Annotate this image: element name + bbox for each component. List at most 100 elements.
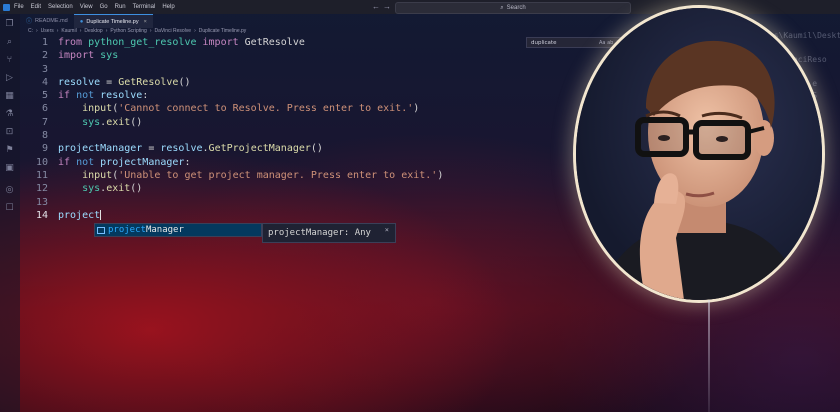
code-token: resolve <box>58 76 101 88</box>
line-content: from python_get_resolve import GetResolv… <box>58 36 305 49</box>
menu-terminal[interactable]: Terminal <box>133 4 156 10</box>
code-editor[interactable]: 1 from python_get_resolve import GetResol… <box>20 36 580 222</box>
nav-arrows-icon[interactable]: ←→ <box>372 2 394 11</box>
code-line[interactable]: 10 if not projectManager: <box>20 156 580 169</box>
crumb-python-scripting[interactable]: Python Scripting <box>110 28 146 34</box>
menu-run[interactable]: Run <box>115 4 126 10</box>
code-token: from <box>58 37 89 48</box>
line-content: project <box>58 209 102 222</box>
code-token: exit <box>106 183 131 195</box>
command-search-box[interactable]: ⌕ Search <box>395 2 631 14</box>
close-icon[interactable]: × <box>144 19 147 25</box>
menu-edit[interactable]: Edit <box>31 4 41 10</box>
code-line[interactable]: 8 <box>20 129 580 142</box>
presenter-portrait <box>576 8 822 300</box>
presenter-illustration <box>596 40 806 300</box>
code-token: projectManager <box>100 156 185 168</box>
line-content: input('Cannot connect to Resolve. Press … <box>58 102 419 115</box>
code-token: () <box>130 116 143 128</box>
autocomplete-item[interactable]: project Manager <box>95 224 261 236</box>
menu-view[interactable]: View <box>80 4 93 10</box>
code-line[interactable]: 11 input('Unable to get project manager.… <box>20 169 580 182</box>
remote-icon[interactable]: ⊡ <box>5 128 14 137</box>
code-token: not <box>76 90 101 102</box>
code-line[interactable]: 9 projectManager = resolve.GetProjectMana… <box>20 142 580 155</box>
code-token: sys <box>82 116 101 128</box>
autocomplete-match: project <box>108 225 146 235</box>
line-content: if not resolve: <box>58 89 148 102</box>
line-content: resolve = GetResolve() <box>58 76 190 89</box>
explorer-icon[interactable]: ❐ <box>5 20 14 29</box>
line-number: 4 <box>41 76 48 88</box>
testing-icon[interactable]: ⚗ <box>5 110 14 119</box>
code-token: = <box>100 76 119 88</box>
code-line[interactable]: 6 input('Cannot connect to Resolve. Pres… <box>20 102 580 115</box>
code-token: not <box>76 156 101 168</box>
code-token: projectManager <box>58 143 143 155</box>
autocomplete-rest: Manager <box>145 225 184 235</box>
chat-icon[interactable]: ☐ <box>5 204 14 213</box>
info-icon: ⓘ <box>26 19 33 25</box>
text-cursor <box>100 209 102 220</box>
crumb-file[interactable]: Duplicate Timeline.py <box>199 28 247 34</box>
line-content: if not projectManager: <box>58 156 190 169</box>
code-line[interactable]: 3 <box>20 63 580 76</box>
code-token: GetResolve <box>244 37 305 48</box>
code-line[interactable]: 13 <box>20 196 580 209</box>
code-token: import <box>196 37 245 48</box>
line-number: 9 <box>41 143 48 155</box>
code-token: if <box>58 156 77 168</box>
line-number: 14 <box>35 209 48 221</box>
code-line[interactable]: 4 resolve = GetResolve() <box>20 76 580 89</box>
github-icon[interactable]: ◎ <box>5 186 14 195</box>
code-token: ) <box>413 103 420 115</box>
menu-selection[interactable]: Selection <box>48 4 73 10</box>
code-token: import <box>58 50 101 62</box>
line-number: 8 <box>41 130 48 142</box>
line-number: 2 <box>41 50 48 62</box>
search-placeholder: Search <box>506 5 526 11</box>
extensions-icon[interactable]: ▦ <box>5 92 14 101</box>
tab-label: Duplicate Timeline.py <box>86 18 139 25</box>
line-number: 6 <box>41 103 48 115</box>
menu-help[interactable]: Help <box>162 4 174 10</box>
code-line[interactable]: 12 sys.exit() <box>20 182 580 195</box>
code-line[interactable]: 1 from python_get_resolve import GetResol… <box>20 36 580 49</box>
tab-duplicate-timeline[interactable]: ● Duplicate Timeline.py × <box>73 14 153 28</box>
code-line[interactable]: 7 sys.exit() <box>20 116 580 129</box>
crumb-drive[interactable]: C: <box>28 28 33 34</box>
run-debug-icon[interactable]: ▷ <box>5 74 14 83</box>
code-line[interactable]: 5 if not resolve: <box>20 89 580 102</box>
crumb-user[interactable]: Kaumil <box>61 28 76 34</box>
crumb-users[interactable]: Users <box>41 28 54 34</box>
autocomplete-list[interactable]: project Manager <box>94 223 262 237</box>
code-token: input <box>82 169 113 181</box>
menu-file[interactable]: File <box>14 4 24 10</box>
activity-bar: ❐ ⌕ ⑂ ▷ ▦ ⚗ ⊡ ⚑ ▣ ◎ ☐ <box>0 14 20 412</box>
menu-go[interactable]: Go <box>100 4 108 10</box>
tab-readme[interactable]: ⓘ README.md <box>20 14 74 27</box>
line-content: import sys <box>58 49 118 62</box>
code-token: python_get_resolve <box>88 37 197 48</box>
code-token: ) <box>437 169 444 181</box>
code-token: () <box>310 143 323 155</box>
code-token: () <box>178 76 191 88</box>
code-line[interactable]: 14 project <box>20 209 580 222</box>
line-number: 1 <box>41 37 48 48</box>
code-line[interactable]: 2 import sys <box>20 49 580 62</box>
search-icon[interactable]: ⌕ <box>5 38 14 47</box>
crumb-davinci-resolve[interactable]: DaVinci Resolve <box>154 28 191 34</box>
search-icon: ⌕ <box>500 4 504 11</box>
code-token: : <box>184 156 191 168</box>
breadcrumb: C: › Users › Kaumil › Desktop › Python Scrip… <box>28 28 247 34</box>
line-number: 12 <box>35 183 48 195</box>
divider-line <box>708 300 710 412</box>
source-control-icon[interactable]: ⑂ <box>5 56 14 65</box>
close-icon[interactable]: × <box>385 226 389 234</box>
crumb-desktop[interactable]: Desktop <box>84 28 102 34</box>
code-token: input <box>82 103 113 115</box>
docker-icon[interactable]: ▣ <box>5 164 14 173</box>
bookmark-icon[interactable]: ⚑ <box>5 146 14 155</box>
